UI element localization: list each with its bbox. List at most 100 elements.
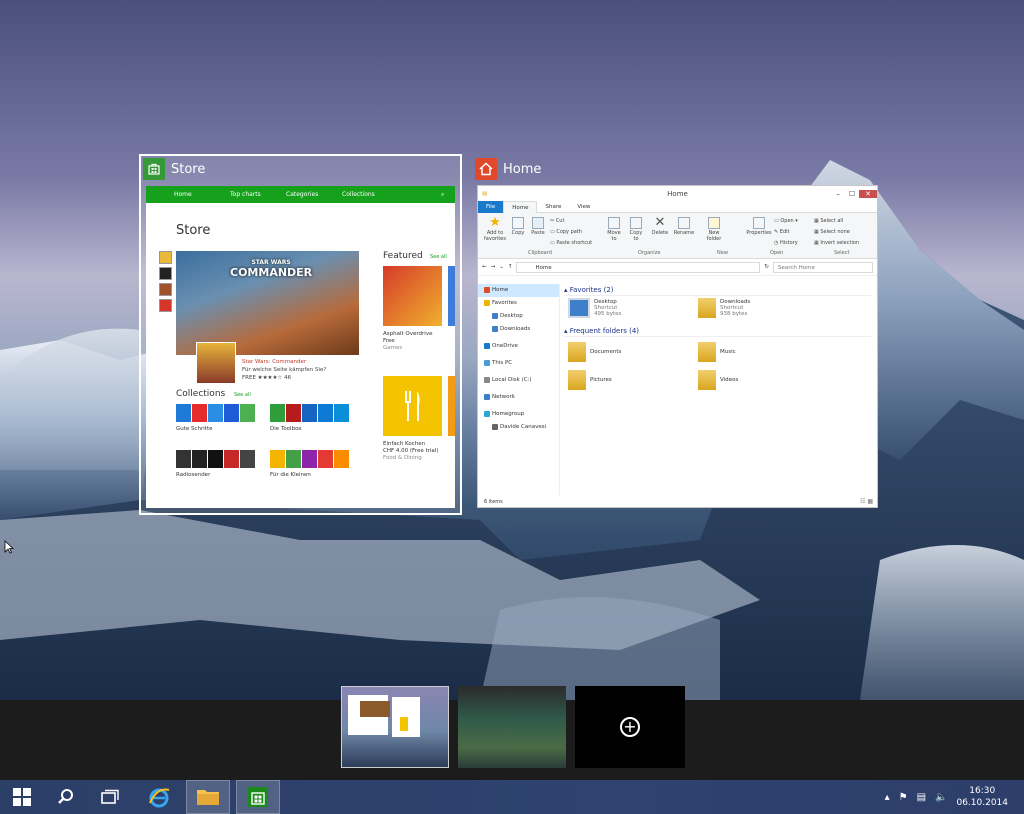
add-to-favorites-button[interactable]: ★ Add to favorites [482, 216, 508, 242]
store-page: Home Top charts Categories Collections ⌕… [146, 186, 455, 508]
store-nav-home[interactable]: Home [174, 191, 230, 198]
nav-item-this-pc[interactable]: This PC [478, 357, 559, 370]
delete-button[interactable]: ✕ Delete [651, 216, 669, 236]
refresh-icon[interactable]: ↻ [764, 264, 769, 270]
side-app-icon[interactable] [159, 283, 172, 296]
ribbon-group-organize: Organize [638, 250, 661, 256]
nav-item-local-disk[interactable]: Local Disk (C:) [478, 374, 559, 387]
folder-item-pictures[interactable]: Pictures [568, 370, 612, 390]
folder-item-documents[interactable]: Documents [568, 342, 621, 362]
edit-button[interactable]: ✎ Edit [774, 227, 798, 238]
add-desktop-button[interactable]: + [575, 686, 685, 768]
folder-icon [568, 370, 586, 390]
search-button[interactable] [44, 780, 88, 814]
clock-date: 06.10.2014 [956, 798, 1008, 808]
collection-die-toolbox[interactable] [270, 404, 349, 422]
copy-to-button[interactable]: Copy to [628, 217, 644, 242]
address-input[interactable]: Home [516, 261, 761, 273]
store-nav-collections[interactable]: Collections [342, 191, 398, 198]
search-input[interactable]: Search Home [773, 261, 873, 273]
select-none-button[interactable]: ▦ Select none [814, 227, 859, 238]
tab-view[interactable]: View [569, 201, 598, 213]
store-nav-categories[interactable]: Categories [286, 191, 342, 198]
ribbon: ★ Add to favorites Copy Paste ✂ Cut ▭ Co… [478, 213, 877, 259]
network-icon[interactable]: ▤ [917, 792, 926, 803]
ribbon-group-open: Open [770, 250, 784, 256]
store-nav-top-charts[interactable]: Top charts [230, 191, 286, 198]
clock[interactable]: 16:30 06.10.2014 [956, 785, 1008, 809]
file-item-downloads[interactable]: Downloads Shortcut 938 bytes [698, 298, 750, 318]
tab-home[interactable]: Home [503, 200, 538, 213]
properties-button[interactable]: Properties [746, 217, 772, 236]
frequent-group-header[interactable]: ▴ Frequent folders (4) [564, 325, 871, 337]
hero-banner[interactable]: STAR WARS COMMANDER [176, 251, 359, 355]
folder-icon [197, 790, 219, 805]
nav-item-network[interactable]: Network [478, 391, 559, 404]
copy-icon [512, 217, 524, 229]
store-search-icon[interactable]: ⌕ [441, 191, 455, 199]
chevron-down-icon[interactable]: ⌄ [499, 264, 504, 270]
nav-item-downloads[interactable]: Downloads [478, 323, 559, 336]
hero-details: Star Wars: Commander Für welche Seite kä… [242, 358, 326, 382]
explorer-window-title: Home [503, 161, 542, 177]
collection-radiosender[interactable] [176, 450, 255, 468]
explorer-window-caption: Home [667, 189, 688, 198]
hero-game-box[interactable] [196, 342, 236, 384]
history-button[interactable]: ◷ History [774, 238, 798, 249]
cut-button[interactable]: ✂ Cut [550, 216, 592, 227]
tab-file[interactable]: File [478, 200, 504, 213]
virtual-desktop-2[interactable] [458, 686, 566, 768]
new-folder-button[interactable]: New folder [703, 217, 725, 242]
side-app-icon[interactable] [159, 299, 172, 312]
forward-icon[interactable]: → [491, 264, 496, 270]
plus-icon[interactable]: + [620, 717, 640, 737]
store-taskbar-button[interactable] [236, 780, 280, 814]
nav-item-favorites[interactable]: Favorites [478, 297, 559, 310]
downloads-folder-icon [698, 298, 716, 318]
favorites-group-header[interactable]: ▴ Favorites (2) [564, 284, 871, 296]
nav-item-onedrive[interactable]: OneDrive [478, 340, 559, 353]
collections-see-all-link[interactable]: See all [234, 392, 251, 398]
move-to-button[interactable]: Move to [606, 217, 622, 242]
rename-button[interactable]: Rename [673, 217, 695, 236]
tab-share[interactable]: Share [537, 201, 569, 213]
collection-fur-die-kleinen[interactable] [270, 450, 349, 468]
select-all-button[interactable]: ▦ Select all [814, 216, 859, 227]
hero-game-meta: FREE ★★★★☆ 46 [242, 375, 292, 381]
paste-button[interactable]: Paste [529, 217, 547, 236]
partial-tile[interactable] [448, 376, 455, 436]
home-app-icon [475, 158, 497, 180]
virtual-desktop-1[interactable] [341, 686, 449, 768]
view-toggle-icons[interactable]: ☷ ▦ [860, 498, 873, 505]
task-view-button[interactable] [88, 780, 132, 814]
paste-shortcut-button[interactable]: ▭ Paste shortcut [550, 238, 592, 249]
collection-gute-schritte[interactable] [176, 404, 255, 422]
copy-path-button[interactable]: ▭ Copy path [550, 227, 592, 238]
side-app-icon[interactable] [159, 251, 172, 264]
start-button[interactable] [0, 780, 44, 814]
side-app-icon[interactable] [159, 267, 172, 280]
invert-selection-button[interactable]: ▦ Invert selection [814, 238, 859, 249]
show-hidden-icons-icon[interactable]: ▴ [885, 792, 890, 803]
internet-explorer-button[interactable] [137, 780, 181, 814]
file-explorer-taskbar-button[interactable] [186, 780, 230, 814]
back-icon[interactable]: ← [482, 264, 487, 270]
file-item-desktop[interactable]: Desktop Shortcut 495 bytes [568, 298, 621, 318]
folder-item-videos[interactable]: Videos [698, 370, 738, 390]
nav-item-home[interactable]: Home [478, 284, 559, 297]
action-center-flag-icon[interactable]: ⚑ [899, 792, 908, 803]
folder-item-music[interactable]: Music [698, 342, 736, 362]
nav-item-homegroup[interactable]: Homegroup [478, 408, 559, 421]
featured-see-all-link[interactable]: See all [430, 254, 447, 260]
volume-icon[interactable]: 🔈 [935, 792, 947, 803]
nav-item-user[interactable]: Davide Canavesi [478, 421, 559, 434]
copy-button[interactable]: Copy [510, 217, 526, 236]
asphalt-tile[interactable] [383, 266, 442, 326]
einfach-kochen-tile[interactable] [383, 376, 442, 436]
explorer-titlebar: ▤ Home – ☐ ✕ [478, 186, 877, 201]
nav-item-desktop[interactable]: Desktop [478, 310, 559, 323]
partial-tile[interactable] [448, 266, 455, 326]
content-pane: ▴ Favorites (2) Desktop Shortcut 495 bytes… [564, 284, 871, 390]
open-button[interactable]: ▭ Open ▾ [774, 216, 798, 227]
up-icon[interactable]: ↑ [508, 264, 513, 270]
